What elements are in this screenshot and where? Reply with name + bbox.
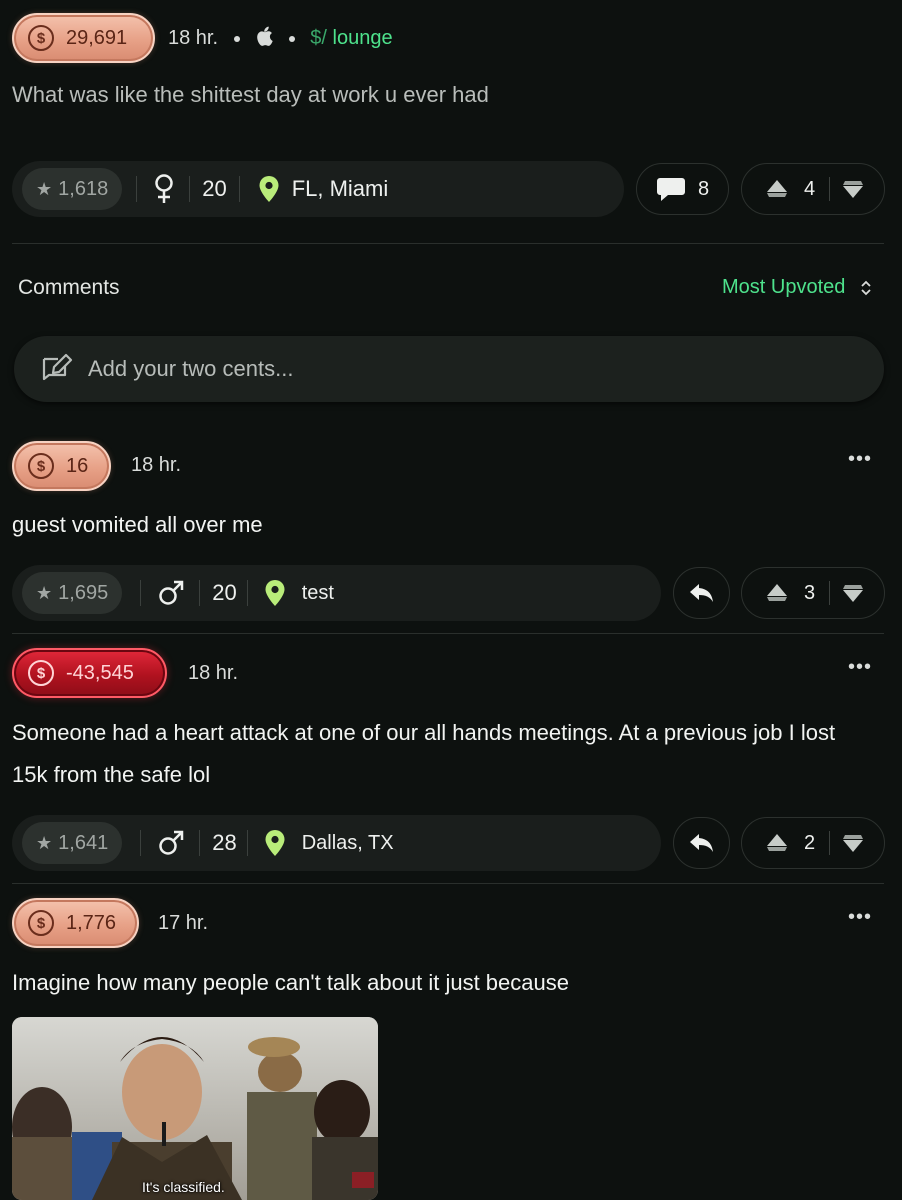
community-prefix: $/ [310,27,327,49]
community-link[interactable]: $/ lounge [310,27,392,49]
star-icon: ★ [36,178,53,199]
divider [246,580,248,606]
dollar-icon: $ [28,910,54,936]
meme-illustration [12,1017,378,1200]
divider [12,633,884,634]
author-location: FL, Miami [291,176,389,201]
post-author-info: ★ 1,618 20 FL, Miami [12,161,624,217]
divider [829,581,831,605]
dollar-icon: $ [28,660,54,686]
reply-icon [689,584,713,602]
meme-caption: It's classified. [142,1179,225,1195]
male-icon [159,580,184,605]
divider [199,830,201,856]
more-options-icon[interactable]: ••• [848,906,872,929]
sort-dropdown[interactable]: Most Upvoted [722,276,873,299]
more-options-icon[interactable]: ••• [848,448,872,471]
divider [140,830,142,856]
coin-badge[interactable]: $ 16 [12,441,111,491]
downvote-icon[interactable] [842,179,864,199]
coin-badge-negative[interactable]: $ -43,545 [12,648,167,698]
comment-body: Imagine how many people can't talk about… [12,970,569,995]
karma-value: 1,695 [58,581,109,604]
comments-count: 8 [697,177,710,200]
comment-composer[interactable]: Add your two cents... [14,336,884,402]
divider [12,243,884,244]
male-icon [159,830,184,855]
coin-badge[interactable]: $ 29,691 [12,13,155,63]
speech-bubble-icon [656,178,685,201]
vote-control: 4 [741,163,885,215]
upvote-icon[interactable] [766,833,788,853]
community-name: lounge [332,27,393,49]
upvote-count: 3 [804,581,816,604]
sort-label: Most Upvoted [722,276,846,298]
location-pin-icon [259,176,279,202]
divider [12,883,884,884]
comments-title: Comments [18,276,120,299]
compose-icon [42,353,73,381]
author-age: 20 [202,176,227,201]
reply-button[interactable] [673,817,730,869]
comment-body: guest vomited all over me [12,512,263,537]
star-icon: ★ [36,832,53,853]
post-time: 18 hr. [168,27,219,49]
divider [136,176,138,202]
comment-author-info: ★ 1,641 28 Dallas, TX [12,815,661,871]
karma-value: 1,618 [58,177,109,200]
comment-time: 17 hr. [158,912,209,934]
karma-badge: ★ 1,695 [22,572,123,614]
comment-body-line: Someone had a heart attack at one of our… [12,720,836,745]
coin-count: 29,691 [66,26,128,49]
meme-image[interactable]: It's classified. [12,1017,378,1200]
divider [199,580,201,606]
post-body: What was like the shittest day at work u… [12,82,489,107]
divider [140,580,142,606]
female-icon [155,174,173,203]
separator-dot [288,35,295,42]
chevron-up-down-icon [861,280,872,295]
coin-badge[interactable]: $ 1,776 [12,898,139,948]
upvote-icon[interactable] [766,179,788,199]
coin-count: -43,545 [66,661,134,684]
comment-time: 18 hr. [188,662,239,684]
author-location: test [301,581,334,604]
comment-author-info: ★ 1,695 20 test [12,565,661,621]
apple-icon [257,26,273,46]
comment-time: 18 hr. [131,454,182,476]
divider [246,830,248,856]
reply-icon [689,834,713,852]
upvote-count: 2 [804,831,816,854]
composer-placeholder: Add your two cents... [88,356,294,381]
divider [829,177,831,201]
coin-count: 16 [66,454,89,477]
comments-button[interactable]: 8 [636,163,729,215]
more-options-icon[interactable]: ••• [848,656,872,679]
comment-body-line: 15k from the safe lol [12,762,211,787]
downvote-icon[interactable] [842,833,864,853]
separator-dot [233,35,240,42]
vote-control: 2 [741,817,885,869]
karma-badge: ★ 1,618 [22,168,123,210]
author-age: 28 [212,830,237,855]
author-age: 20 [212,580,237,605]
author-location: Dallas, TX [301,831,394,854]
reply-button[interactable] [673,567,730,619]
downvote-icon[interactable] [842,583,864,603]
location-pin-icon [265,580,285,606]
coin-count: 1,776 [66,911,117,934]
star-icon: ★ [36,582,53,603]
divider [238,176,240,202]
karma-badge: ★ 1,641 [22,822,123,864]
vote-control: 3 [741,567,885,619]
upvote-icon[interactable] [766,583,788,603]
dollar-icon: $ [28,25,54,51]
post-meta: 18 hr. $/ lounge [168,26,393,50]
dollar-icon: $ [28,453,54,479]
upvote-count: 4 [804,177,816,200]
divider [829,831,831,855]
karma-value: 1,641 [58,831,109,854]
location-pin-icon [265,830,285,856]
divider [189,176,191,202]
